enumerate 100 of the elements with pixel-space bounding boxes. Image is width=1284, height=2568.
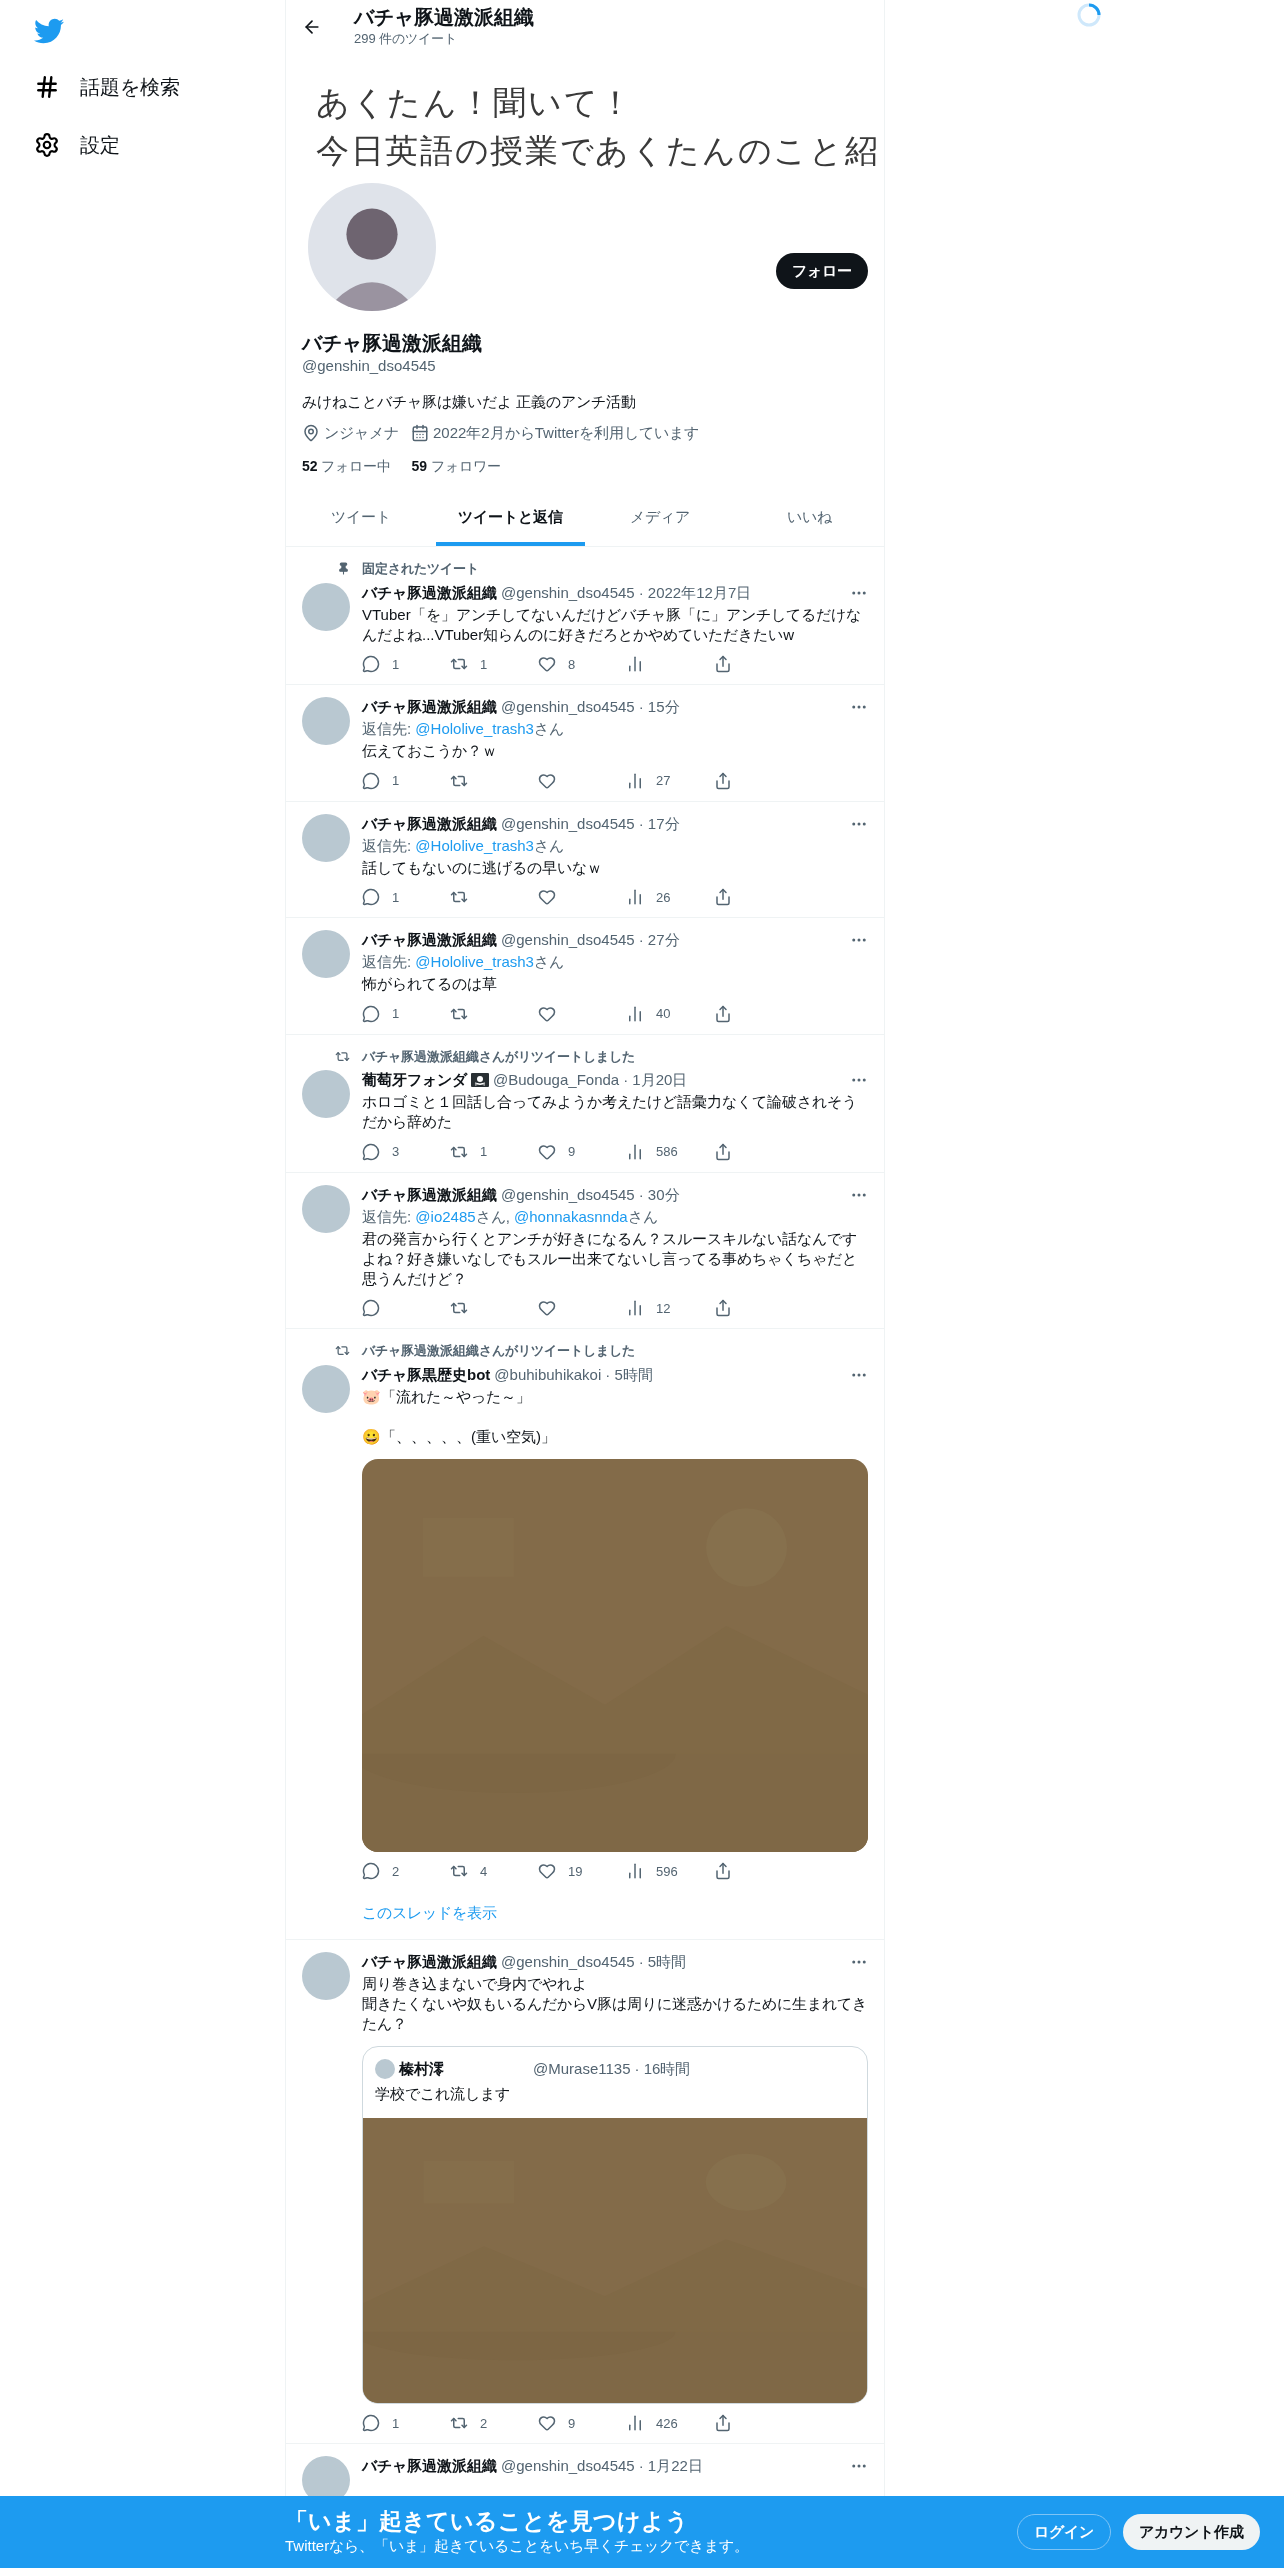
tweet-time: · 16時間	[634, 2059, 691, 2079]
tweet-text: 話してもないのに逃げるの早いなｗ	[362, 857, 603, 878]
views-icon[interactable]	[626, 1004, 644, 1023]
tweet-time[interactable]: · 5時間	[638, 1952, 687, 1972]
views-icon[interactable]	[626, 1299, 644, 1318]
like-icon[interactable]	[538, 2414, 556, 2433]
tweet-text: 怖がられてるのは草	[362, 974, 498, 994]
flag-icon	[471, 1073, 489, 1087]
action-count: 1	[392, 888, 400, 907]
action-count: 8	[568, 655, 576, 674]
views-icon[interactable]	[626, 1142, 644, 1161]
author-name[interactable]: バチャ豚過激派組織	[362, 2456, 497, 2476]
action-count: 4	[480, 1862, 488, 1881]
author-handle: @genshin_dso4545	[501, 1184, 635, 1205]
like-icon[interactable]	[538, 888, 556, 907]
header-title: バチャ豚過激派組織	[354, 4, 534, 29]
like-icon[interactable]	[538, 1862, 556, 1881]
tweet-time[interactable]: · 1月20日	[623, 1070, 688, 1090]
tweet-time[interactable]: · 5時間	[605, 1364, 653, 1385]
author-name[interactable]: バチャ豚過激派組織	[362, 930, 497, 950]
profile-name: バチャ豚過激派組織	[302, 331, 482, 355]
like-icon[interactable]	[538, 1142, 556, 1161]
share-icon[interactable]	[714, 1004, 732, 1023]
profile-tab[interactable]: ツイートと返信	[435, 493, 585, 546]
reply-icon[interactable]	[362, 1142, 380, 1161]
reply-to-text: 返信先: @Hololive_trash3さん	[362, 835, 565, 856]
tweet-time[interactable]: · 2022年12月7日	[638, 582, 752, 603]
tweet-time[interactable]: · 27分	[638, 930, 680, 950]
reply-icon[interactable]	[362, 1862, 380, 1881]
signup-button[interactable]: アカウント作成	[1123, 2514, 1260, 2550]
share-icon[interactable]	[714, 1862, 732, 1881]
follow-stat[interactable]: 59 フォロワー	[411, 456, 501, 477]
profile-tab[interactable]: ツイート	[286, 493, 436, 546]
signup-subtitle: Twitterなら、「いま」起きていることをいち早くチェックできます。	[285, 2535, 751, 2556]
author-name[interactable]: バチャ豚過激派組織	[362, 1184, 497, 1205]
author-handle: @genshin_dso4545	[501, 813, 635, 834]
reply-icon[interactable]	[362, 888, 380, 907]
profile-location: ンジャメナ	[324, 422, 399, 443]
author-name[interactable]: バチャ豚過激派組織	[362, 1952, 497, 1972]
author-handle: @genshin_dso4545	[501, 582, 635, 603]
like-icon[interactable]	[538, 1299, 556, 1318]
action-count: 596	[656, 1862, 678, 1881]
like-icon[interactable]	[538, 655, 556, 674]
reply-icon[interactable]	[362, 771, 380, 790]
loading-spinner-icon	[1076, 2, 1102, 28]
banner-text: あくたん！聞いて！	[316, 83, 635, 123]
tweet-text: 🐷「流れた～やった～」	[362, 1386, 532, 1407]
share-icon[interactable]	[714, 655, 732, 674]
like-icon[interactable]	[538, 1004, 556, 1023]
views-icon[interactable]	[626, 771, 644, 790]
tweet-time[interactable]: · 15分	[638, 697, 680, 717]
views-icon[interactable]	[626, 655, 644, 674]
action-count: 2	[480, 2414, 488, 2433]
views-icon[interactable]	[626, 888, 644, 907]
tweet-context: バチャ豚過激派組織さんがリツイートしました	[362, 1342, 635, 1360]
join-date: 2022年2月からTwitterを利用しています	[433, 422, 699, 443]
profile-tab[interactable]: いいね	[734, 493, 884, 546]
author-name[interactable]: バチャ豚黒歴史bot	[362, 1364, 491, 1385]
reply-icon[interactable]	[362, 2414, 380, 2433]
share-icon[interactable]	[714, 1299, 732, 1318]
tweet-time[interactable]: · 1月22日	[638, 2456, 703, 2476]
tweet-time[interactable]: · 17分	[638, 813, 680, 834]
share-icon[interactable]	[714, 2414, 732, 2433]
author-name[interactable]: 葡萄牙フォンダ	[362, 1070, 467, 1090]
author-handle: @genshin_dso4545	[501, 2456, 635, 2476]
banner-text: 今日英語の授業であくたんのこと紹	[316, 131, 881, 171]
tweet-time[interactable]: · 30分	[638, 1184, 680, 1205]
reply-icon[interactable]	[362, 1004, 380, 1023]
reply-icon[interactable]	[362, 655, 380, 674]
hash-icon	[34, 74, 60, 100]
reply-to-text: 返信先: @Hololive_trash3さん	[362, 952, 565, 972]
follow-stat[interactable]: 52 フォロー中	[302, 456, 392, 477]
reply-icon[interactable]	[362, 1299, 380, 1318]
author-name[interactable]: バチャ豚過激派組織	[362, 697, 497, 717]
views-icon[interactable]	[626, 1862, 644, 1881]
avatar	[375, 2059, 395, 2079]
location-icon	[302, 423, 320, 442]
tweet-text: VTuber「を」アンチしてないんだけどバチャ豚「に」アンチしてるだけなんだよね...VTuber知らんのに好きだろとかやめていただきたいw	[362, 604, 862, 645]
twitter-logo[interactable]	[34, 16, 64, 46]
share-icon[interactable]	[714, 888, 732, 907]
share-icon[interactable]	[714, 1142, 732, 1161]
author-name[interactable]: バチャ豚過激派組織	[362, 813, 497, 834]
tweet-count: 299 件のツイート	[354, 29, 459, 48]
like-icon[interactable]	[538, 771, 556, 790]
views-icon[interactable]	[626, 2414, 644, 2433]
share-icon[interactable]	[714, 771, 732, 790]
sidebar-item[interactable]: 設定	[34, 126, 285, 164]
author-name[interactable]: バチャ豚過激派組織	[362, 582, 497, 603]
calendar-icon	[411, 423, 429, 442]
author-handle: @Murase1135	[533, 2059, 631, 2079]
sidebar-item[interactable]: 話題を検索	[34, 68, 285, 106]
author-handle: @buhibuhikakoi	[494, 1364, 602, 1385]
author-handle: @genshin_dso4545	[501, 1952, 635, 1972]
author-handle: @Budouga_Fonda	[493, 1070, 620, 1090]
profile-bio: みけねことバチャ豚は嫌いだよ 正義のアンチ活動	[302, 392, 638, 412]
tweet-context: 固定されたツイート	[362, 560, 479, 578]
follow-button[interactable]: フォロー	[776, 253, 868, 289]
action-count: 26	[656, 888, 671, 907]
profile-tab[interactable]: メディア	[585, 493, 735, 546]
quoted-tweet[interactable]: 榛村澪 @Murase1135 · 16時間 学校でこれ流します	[362, 2046, 868, 2404]
